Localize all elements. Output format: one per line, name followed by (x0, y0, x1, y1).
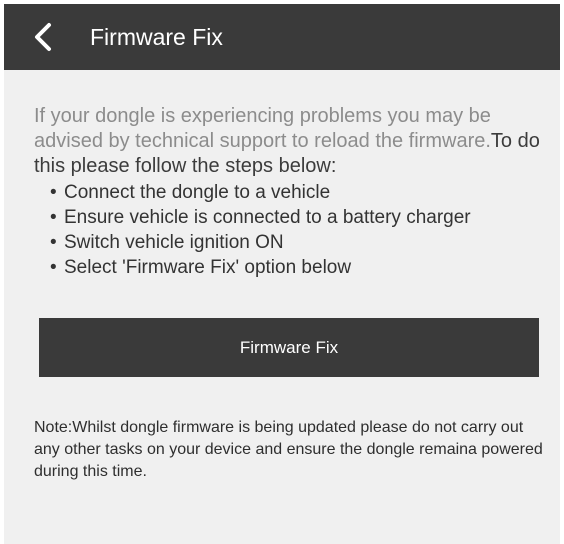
step-item: • Select 'Firmware Fix' option below (50, 257, 352, 278)
chevron-left-icon (35, 23, 51, 51)
bullet-icon: • (50, 182, 57, 203)
bullet-icon: • (50, 232, 57, 253)
bullet-icon: • (50, 207, 57, 228)
firmware-fix-button[interactable]: Firmware Fix (39, 318, 539, 377)
step-item: • Switch vehicle ignition ON (50, 232, 284, 253)
note-text: Note:Whilst dongle firmware is being upd… (34, 419, 543, 480)
step-item: • Connect the dongle to a vehicle (50, 182, 331, 203)
firmware-fix-screen: Firmware Fix If your dongle is experienc… (0, 0, 564, 544)
intro-text: If your dongle is experiencing problems … (34, 104, 554, 179)
step-item: • Ensure vehicle is connected to a batter… (50, 207, 471, 228)
page-title: Firmware Fix (90, 24, 223, 50)
steps-list: • Connect the dongle to a vehicle • Ensure… (50, 180, 550, 280)
app-header: Firmware Fix (4, 4, 560, 70)
bullet-icon: • (50, 257, 57, 278)
content-panel: If your dongle is experiencing problems … (4, 70, 560, 544)
back-button[interactable] (26, 20, 60, 54)
intro-muted-text: If your dongle is experiencing problems … (34, 105, 491, 152)
